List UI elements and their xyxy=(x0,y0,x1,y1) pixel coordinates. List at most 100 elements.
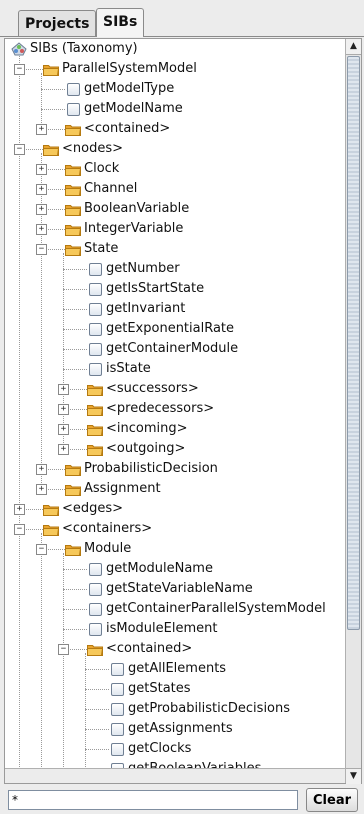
scroll-down-button[interactable]: ▼ xyxy=(346,768,361,784)
tree-folder-item[interactable]: + <edges> xyxy=(5,499,345,519)
vertical-scrollbar[interactable]: ▲ ▼ xyxy=(345,39,361,784)
tree-item-label: Clock xyxy=(84,161,120,176)
tree-leaf-item[interactable]: getModuleName xyxy=(5,559,345,579)
tree-folder-item[interactable]: − ParallelSystemModel xyxy=(5,59,345,79)
folder-open-icon xyxy=(43,63,60,76)
expand-toggle-icon[interactable]: + xyxy=(36,484,47,495)
expand-toggle-icon[interactable]: + xyxy=(36,184,47,195)
sib-tree[interactable]: SIBs (Taxonomy) − ParallelSystemModel getMo… xyxy=(5,39,345,783)
tree-folder-item[interactable]: + <predecessors> xyxy=(5,399,345,419)
tree-leaf-item[interactable]: isModuleElement xyxy=(5,619,345,639)
tree-leaf-item[interactable]: getNumber xyxy=(5,259,345,279)
expand-toggle-icon[interactable]: + xyxy=(58,444,69,455)
expand-toggle-icon[interactable]: + xyxy=(58,404,69,415)
tab-projects[interactable]: Projects xyxy=(18,10,97,37)
tree-folder-item[interactable]: − <containers> xyxy=(5,519,345,539)
expand-toggle-icon[interactable]: + xyxy=(36,464,47,475)
folder-icon xyxy=(87,403,104,416)
tree-folder-item[interactable]: + IntegerVariable xyxy=(5,219,345,239)
expand-toggle-icon[interactable]: + xyxy=(36,124,47,135)
collapse-toggle-icon[interactable]: − xyxy=(14,64,25,75)
tree-connector xyxy=(63,329,87,330)
clear-button[interactable]: Clear xyxy=(306,788,358,812)
collapse-toggle-icon[interactable]: − xyxy=(58,644,69,655)
tree-connector xyxy=(63,589,87,590)
tree-folder-item[interactable]: − Module xyxy=(5,539,345,559)
horizontal-scrollbar[interactable] xyxy=(5,768,345,783)
tree-folder-item[interactable]: + <outgoing> xyxy=(5,439,345,459)
collapse-toggle-icon[interactable]: − xyxy=(14,144,25,155)
tree-folder-item[interactable]: − <nodes> xyxy=(5,139,345,159)
tree-folder-item[interactable]: + Channel xyxy=(5,179,345,199)
sib-icon xyxy=(89,563,102,576)
collapse-toggle-icon[interactable]: − xyxy=(36,244,47,255)
taxonomy-icon xyxy=(11,42,27,56)
sib-icon xyxy=(67,83,80,96)
tree-connector xyxy=(85,689,109,690)
expand-toggle-icon[interactable]: + xyxy=(58,384,69,395)
tree-connector xyxy=(63,289,87,290)
filter-input[interactable] xyxy=(8,790,298,810)
tree-connector xyxy=(85,729,109,730)
tree-leaf-item[interactable]: isState xyxy=(5,359,345,379)
tree-leaf-item[interactable]: getAllElements xyxy=(5,659,345,679)
folder-icon xyxy=(65,183,82,196)
tree-folder-item[interactable]: + <successors> xyxy=(5,379,345,399)
sib-tree-panel: SIBs (Taxonomy) − ParallelSystemModel getMo… xyxy=(4,38,362,784)
tree-folder-item[interactable]: − <contained> xyxy=(5,639,345,659)
tree-folder-item[interactable]: + ProbabilisticDecision xyxy=(5,459,345,479)
sib-icon xyxy=(111,703,124,716)
scroll-up-button[interactable]: ▲ xyxy=(346,39,361,55)
tree-item-label: Module xyxy=(84,541,132,556)
sib-icon xyxy=(89,603,102,616)
folder-icon xyxy=(43,503,60,516)
tree-leaf-item[interactable]: getAssignments xyxy=(5,719,345,739)
tree-item-label: <nodes> xyxy=(62,141,124,156)
tree-item-label: getStates xyxy=(128,681,191,696)
scroll-thumb[interactable] xyxy=(347,56,360,630)
tree-leaf-item[interactable]: getExponentialRate xyxy=(5,319,345,339)
tree-leaf-item[interactable]: getContainerModule xyxy=(5,339,345,359)
tree-leaf-item[interactable]: getIsStartState xyxy=(5,279,345,299)
tree-leaf-item[interactable]: getClocks xyxy=(5,739,345,759)
tree-root-item[interactable]: SIBs (Taxonomy) xyxy=(5,39,345,59)
tree-folder-item[interactable]: + BooleanVariable xyxy=(5,199,345,219)
tree-item-label: getExponentialRate xyxy=(106,321,235,336)
sib-icon xyxy=(89,303,102,316)
expand-toggle-icon[interactable]: + xyxy=(36,164,47,175)
folder-open-icon xyxy=(43,143,60,156)
tree-leaf-item[interactable]: getContainerParallelSystemModel xyxy=(5,599,345,619)
sib-icon xyxy=(89,343,102,356)
tree-folder-item[interactable]: − State xyxy=(5,239,345,259)
tree-item-label: <incoming> xyxy=(106,421,188,436)
tree-item-label: getProbabilisticDecisions xyxy=(128,701,291,716)
tree-leaf-item[interactable]: getInvariant xyxy=(5,299,345,319)
sib-icon xyxy=(89,283,102,296)
sib-icon xyxy=(111,663,124,676)
expand-toggle-icon[interactable]: + xyxy=(36,204,47,215)
tree-leaf-item[interactable]: getStateVariableName xyxy=(5,579,345,599)
tree-item-label: getInvariant xyxy=(106,301,186,316)
expand-toggle-icon[interactable]: + xyxy=(36,224,47,235)
tree-leaf-item[interactable]: getProbabilisticDecisions xyxy=(5,699,345,719)
folder-icon xyxy=(65,463,82,476)
tab-sibs[interactable]: SIBs xyxy=(96,8,145,37)
tree-folder-item[interactable]: + <incoming> xyxy=(5,419,345,439)
expand-toggle-icon[interactable]: + xyxy=(58,424,69,435)
tree-leaf-item[interactable]: getModelName xyxy=(5,99,345,119)
tree-leaf-item[interactable]: getStates xyxy=(5,679,345,699)
tree-connector xyxy=(63,369,87,370)
filter-bar: Clear xyxy=(0,784,364,814)
tree-connector xyxy=(63,629,87,630)
tree-folder-item[interactable]: + Assignment xyxy=(5,479,345,499)
tree-connector xyxy=(63,609,87,610)
tree-folder-item[interactable]: + Clock xyxy=(5,159,345,179)
tree-item-label: Channel xyxy=(84,181,138,196)
tree-item-label: <outgoing> xyxy=(106,441,186,456)
folder-icon xyxy=(65,223,82,236)
collapse-toggle-icon[interactable]: − xyxy=(14,524,25,535)
collapse-toggle-icon[interactable]: − xyxy=(36,544,47,555)
tree-leaf-item[interactable]: getModelType xyxy=(5,79,345,99)
tree-folder-item[interactable]: + <contained> xyxy=(5,119,345,139)
expand-toggle-icon[interactable]: + xyxy=(14,504,25,515)
